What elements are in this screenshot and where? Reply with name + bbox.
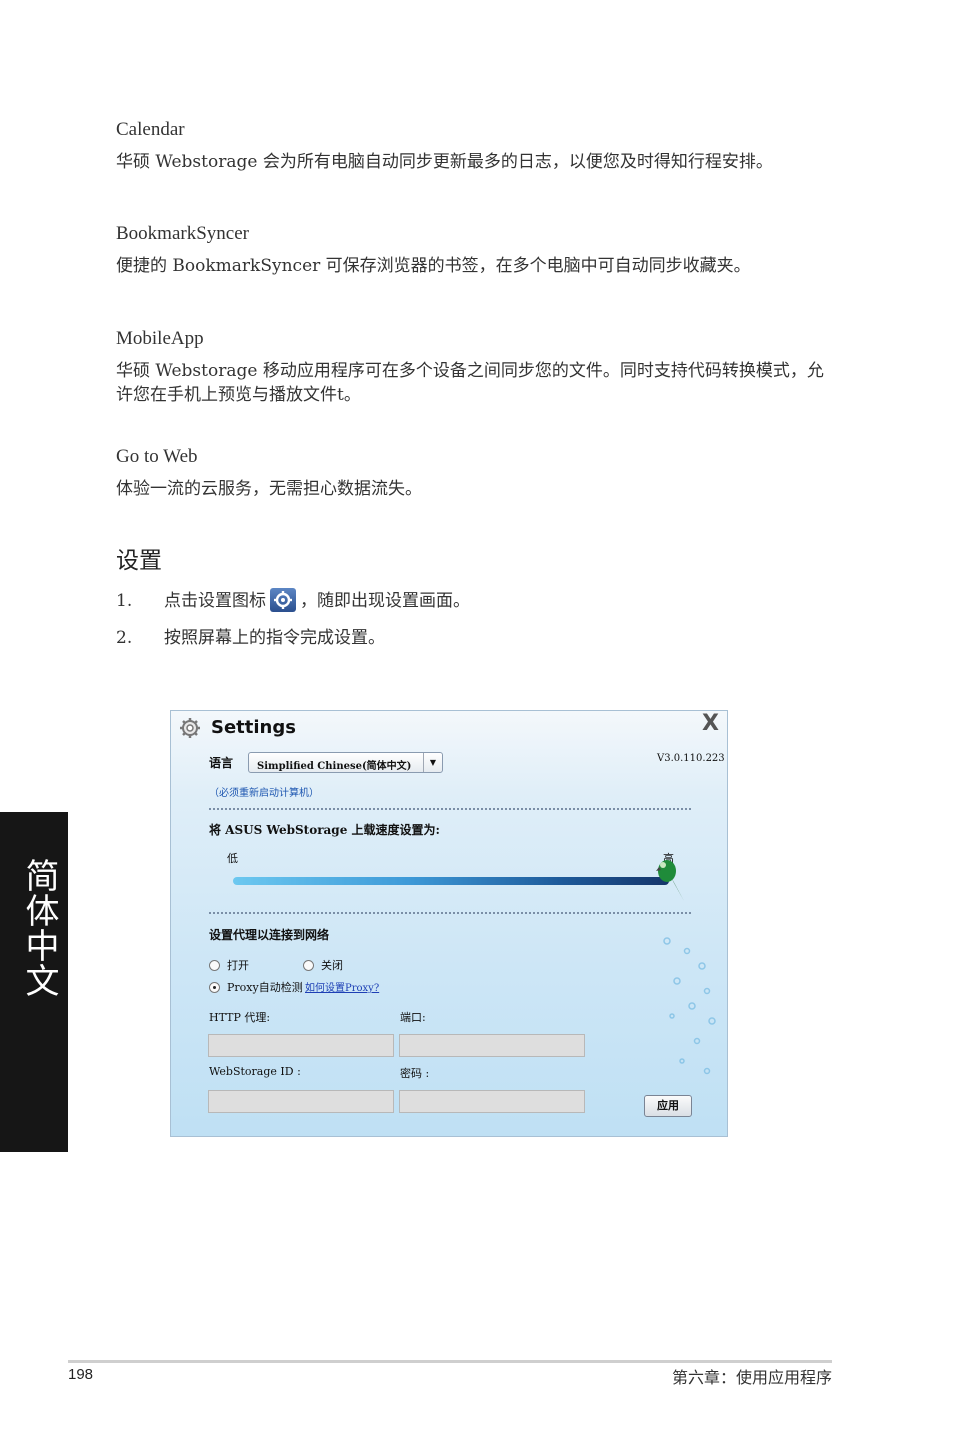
footer-divider <box>68 1360 832 1363</box>
upload-speed-label: 将 ASUS WebStorage 上载速度设置为: <box>209 823 440 837</box>
webstorage-id-field[interactable] <box>208 1090 394 1113</box>
restart-note: （必须重新启动计算机） <box>209 788 319 799</box>
upload-speed-slider[interactable] <box>233 877 669 885</box>
password-field[interactable] <box>399 1090 585 1113</box>
port-label: 端口: <box>400 1011 426 1024</box>
section-calendar-title: Calendar <box>116 119 185 140</box>
proxy-off-radio[interactable] <box>303 960 314 971</box>
language-select-value: Simplified Chinese(简体中文) <box>257 761 412 772</box>
window-title: Settings <box>211 717 296 738</box>
step-text: 点击设置图标 <box>164 591 266 611</box>
side-tab-label: 简体中文 <box>19 858 59 998</box>
gear-icon <box>180 718 200 738</box>
settings-window: Settings X 语言 Simplified Chinese(简体中文) ▼… <box>170 710 728 1137</box>
section-gotoweb-title: Go to Web <box>116 446 198 467</box>
window-titlebar: Settings X <box>171 711 727 745</box>
proxy-off-label: 关闭 <box>321 959 343 972</box>
proxy-on-label: 打开 <box>227 959 249 972</box>
side-language-tab: 简体中文 <box>0 812 68 1152</box>
http-proxy-label: HTTP 代理: <box>209 1011 271 1024</box>
chevron-down-icon: ▼ <box>423 753 442 772</box>
slider-low-label: 低 <box>227 852 238 865</box>
settings-gear-icon <box>270 587 296 612</box>
close-icon[interactable]: X <box>702 711 719 736</box>
step-number: 2. <box>116 628 133 648</box>
divider <box>209 912 691 914</box>
slider-handle-icon[interactable] <box>656 857 686 903</box>
divider <box>209 808 691 810</box>
step-text-after: ，随即出现设置画面。 <box>300 591 470 611</box>
proxy-on-radio[interactable] <box>209 960 220 971</box>
step-1: 1. 点击设置图标 ，随即出现设置画面。 <box>116 586 470 614</box>
port-field[interactable] <box>399 1034 585 1057</box>
chapter-title: 第六章：使用应用程序 <box>671 1368 832 1387</box>
section-mobileapp-title: MobileApp <box>116 328 204 349</box>
proxy-auto-radio[interactable] <box>209 982 220 993</box>
proxy-heading: 设置代理以连接到网络 <box>209 928 330 942</box>
language-select[interactable]: Simplified Chinese(简体中文) ▼ <box>248 752 443 773</box>
password-label: 密码 : <box>400 1067 430 1080</box>
decorative-bubbles <box>663 937 716 1075</box>
section-calendar-body: 华硕 Webstorage 会为所有电脑自动同步更新最多的日志，以便您及时得知行… <box>116 152 773 172</box>
step-number: 1. <box>116 591 133 611</box>
settings-heading: 设置 <box>116 548 162 574</box>
http-proxy-field[interactable] <box>208 1034 394 1057</box>
section-bookmark-body: 便捷的 BookmarkSyncer 可保存浏览器的书签，在多个电脑中可自动同步… <box>116 256 751 276</box>
proxy-auto-label: Proxy自动检测 <box>227 981 303 994</box>
language-label: 语言 <box>209 756 234 770</box>
step-text: 按照屏幕上的指令完成设置。 <box>164 628 385 648</box>
webstorage-id-label: WebStorage ID : <box>209 1065 301 1078</box>
step-2: 2. 按照屏幕上的指令完成设置。 <box>116 623 385 648</box>
proxy-help-link[interactable]: 如何设置Proxy? <box>305 979 379 994</box>
section-mobileapp-body: 华硕 Webstorage 移动应用程序可在多个设备之间同步您的文件。同时支持代… <box>116 361 824 405</box>
page-number: 198 <box>68 1366 94 1383</box>
version-label: V3.0.110.223 <box>657 753 725 764</box>
section-gotoweb-body: 体验一流的云服务，无需担心数据流失。 <box>116 479 422 499</box>
section-bookmark-title: BookmarkSyncer <box>116 223 249 244</box>
